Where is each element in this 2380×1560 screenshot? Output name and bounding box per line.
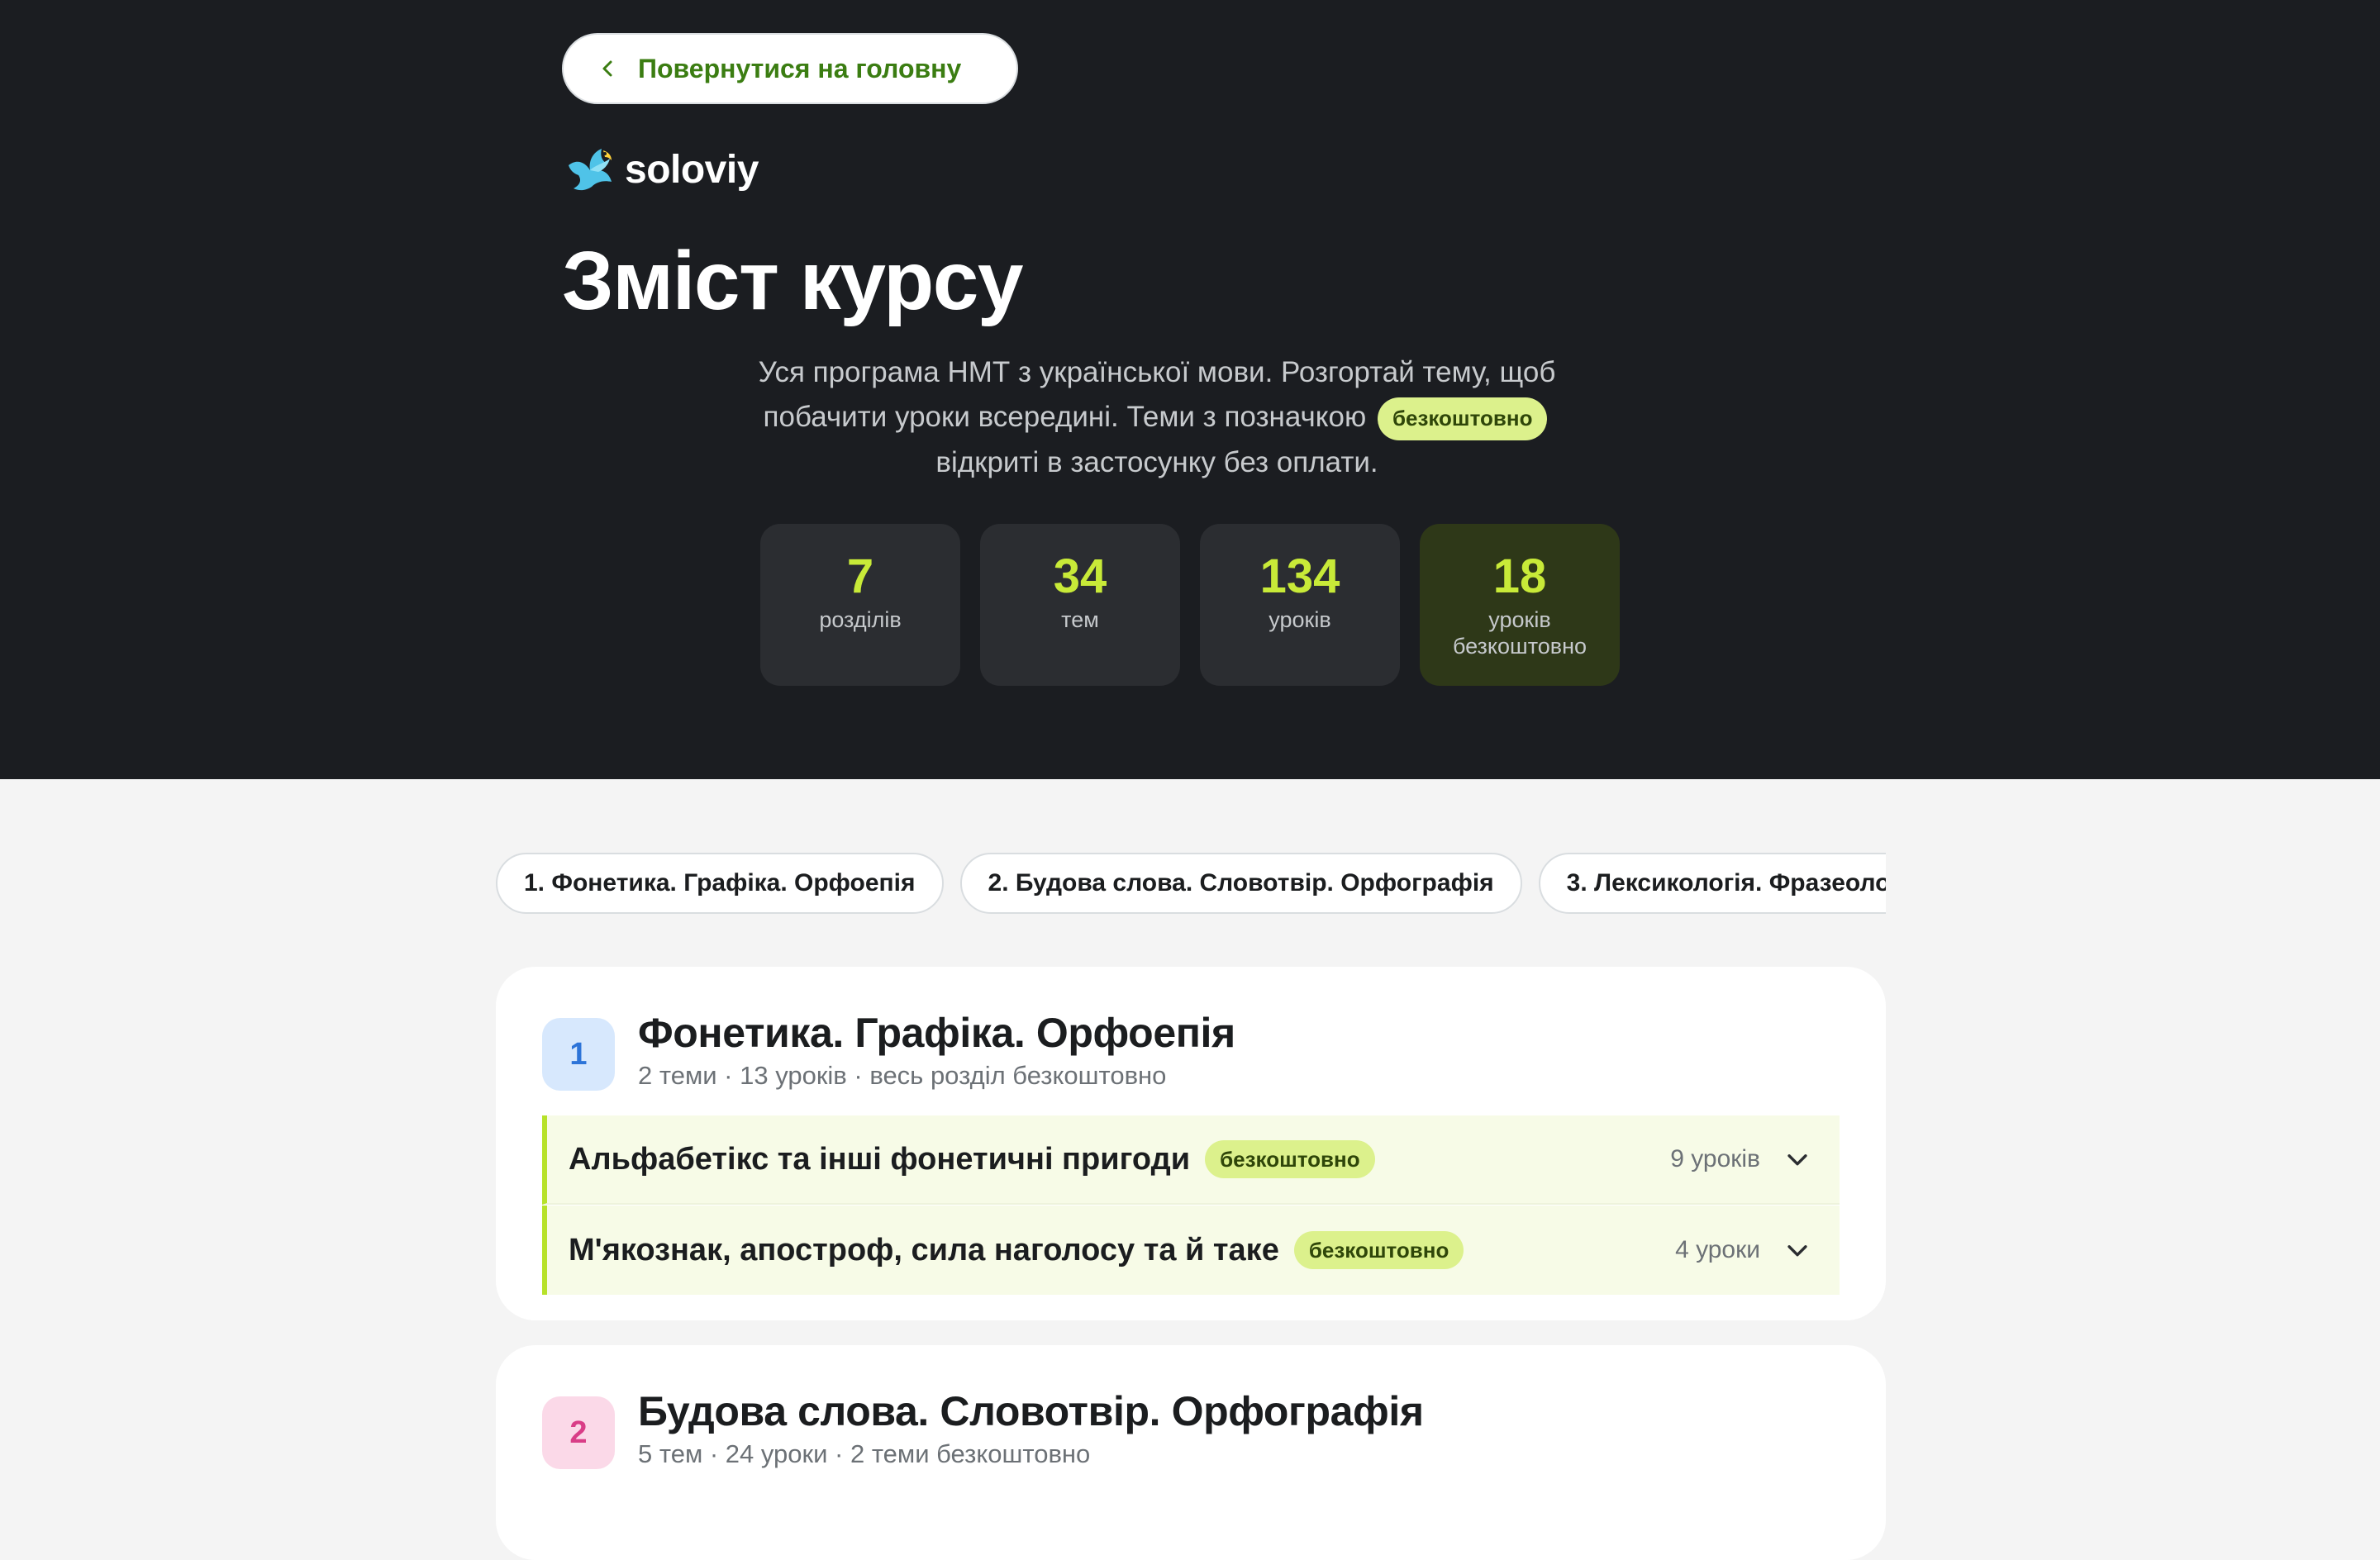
hero-header: Повернутися на головну soloviy Зміст кур… [0, 0, 2380, 779]
logo[interactable]: soloviy [562, 140, 759, 198]
chevron-down-icon[interactable] [1783, 1236, 1811, 1264]
section-meta: 5 тем · 24 уроки · 2 теми безкоштовно [638, 1439, 1091, 1468]
section-meta: 2 теми · 13 уроків · весь розділ безкошт… [638, 1061, 1167, 1090]
free-badge: безкоштовно [1377, 397, 1548, 440]
topic-row[interactable]: Альфабетікс та інші фонетичні пригоди бе… [542, 1115, 1840, 1205]
stat-free-lessons: 18 уроків безкоштовно [1420, 524, 1620, 686]
stat-label: тем [1061, 607, 1099, 632]
chip-section-1[interactable]: 1. Фонетика. Графіка. Орфоепія [496, 853, 944, 914]
stat-topics: 34 тем [980, 524, 1180, 686]
stat-number: 7 [846, 549, 874, 603]
bird-logo-icon [569, 149, 612, 191]
stat-lessons: 134 уроків [1200, 524, 1400, 686]
chip-section-3[interactable]: 3. Лексикологія. Фразеологія [1538, 853, 1886, 914]
topic-title: Альфабетікс та інші фонетичні пригоди [569, 1141, 1191, 1177]
stat-label: уроків [1269, 607, 1331, 632]
topic-title: М'якознак, апостроф, сила наголосу та й … [569, 1232, 1279, 1268]
stat-label: уроків безкоштовно [1452, 607, 1587, 659]
section-title: Будова слова. Словотвір. Орфографія [638, 1388, 1424, 1434]
hero-inner: Повернутися на головну soloviy Зміст кур… [562, 0, 1752, 779]
free-badge: безкоштовно [1205, 1140, 1375, 1178]
stat-number: 134 [1259, 549, 1340, 603]
back-button-label: Повернутися на головну [638, 53, 962, 83]
section-title: Фонетика. Графіка. Орфоепія [638, 1010, 1235, 1056]
lead-text: Уся програма НМТ з української мови. Роз… [744, 350, 1570, 485]
stat-label: розділів [819, 607, 902, 632]
free-badge: безкоштовно [1293, 1231, 1464, 1269]
section-card-2: 2 Будова слова. Словотвір. Орфографія 5 … [496, 1345, 1886, 1560]
section-card-1: 1 Фонетика. Графіка. Орфоепія 2 теми · 1… [496, 967, 1886, 1320]
stat-sections: 7 розділів [760, 524, 960, 686]
chip-section-2[interactable]: 2. Будова слова. Словотвір. Орфографія [959, 853, 1522, 914]
stat-number: 18 [1492, 549, 1547, 603]
lesson-count: 9 уроків [1670, 1145, 1760, 1172]
lead-text-after: відкриті в застосунку без оплати. [935, 445, 1378, 478]
page-title: Зміст курсу [562, 235, 1023, 327]
chevron-down-icon[interactable] [1783, 1145, 1811, 1173]
logo-text: soloviy [625, 147, 759, 192]
section-number: 2 [542, 1396, 615, 1469]
stats-row: 7 розділів 34 тем 134 уроків 18 уроків б… [760, 524, 1620, 686]
back-to-home-button[interactable]: Повернутися на головну [562, 33, 1018, 104]
chevron-left-icon [602, 60, 612, 77]
stat-number: 34 [1053, 549, 1107, 603]
section-number: 1 [542, 1018, 615, 1091]
topic-row[interactable]: М'якознак, апостроф, сила наголосу та й … [542, 1206, 1840, 1295]
lesson-count: 4 уроки [1675, 1236, 1760, 1263]
section-chips-nav: 1. Фонетика. Графіка. Орфоепія 2. Будова… [496, 853, 1886, 914]
